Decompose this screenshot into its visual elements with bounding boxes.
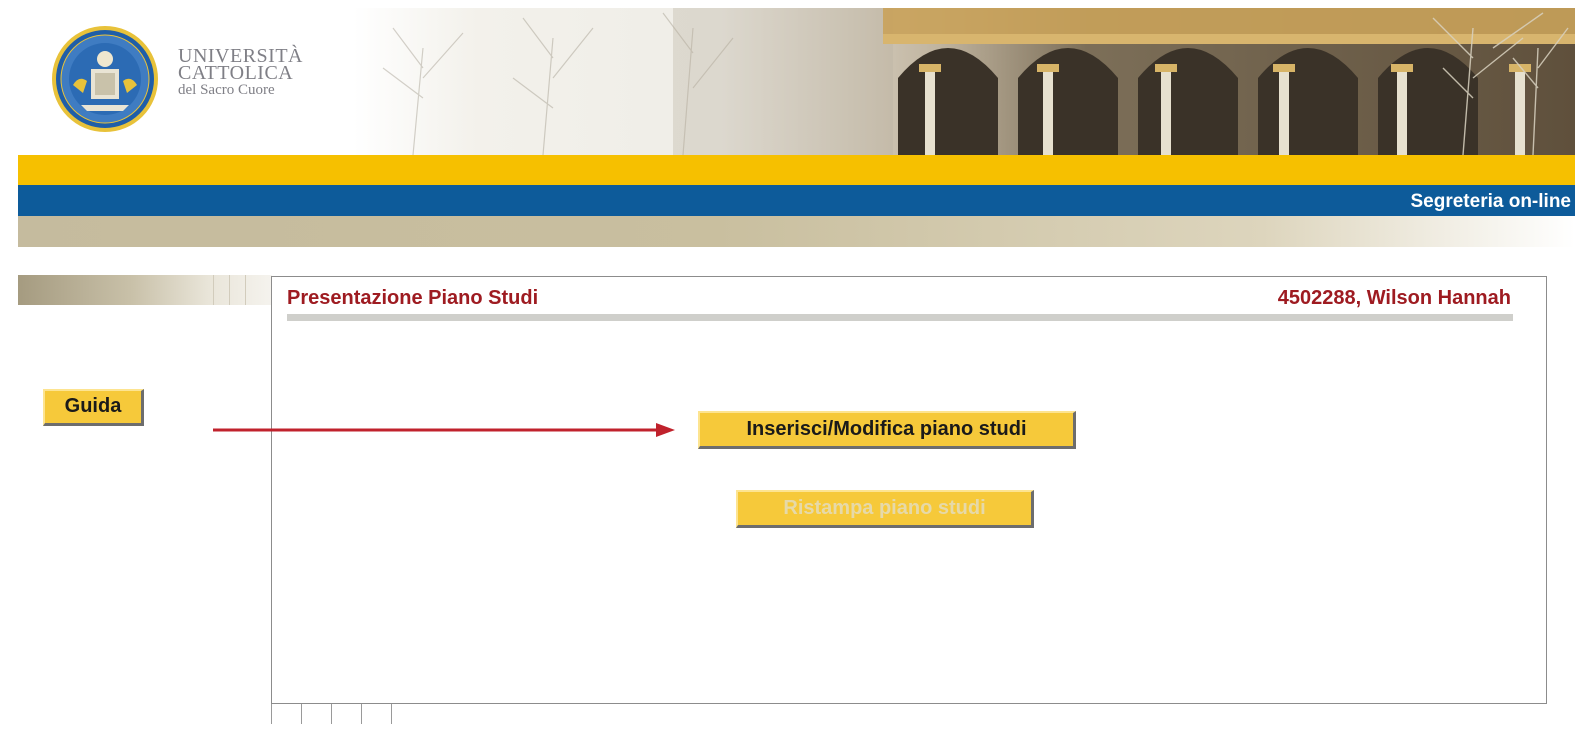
- cloister-banner-image: [353, 8, 1575, 155]
- site-header: UNIVERSITÀ CATTOLICA del Sacro Cuore: [18, 0, 1575, 155]
- university-wordmark: UNIVERSITÀ CATTOLICA del Sacro Cuore: [178, 46, 303, 99]
- student-id-name: 4502288, Wilson Hannah: [1277, 287, 1511, 309]
- logo-line-2: CATTOLICA: [178, 62, 294, 84]
- tick-mark: [301, 704, 302, 724]
- tick-mark: [391, 704, 392, 724]
- guida-button[interactable]: Guida: [43, 389, 144, 426]
- segreteria-title: Segreteria on-line: [1410, 191, 1572, 212]
- tick-mark: [361, 704, 362, 724]
- title-divider: [287, 314, 1513, 321]
- strip-divider: [245, 275, 246, 305]
- header-yellow-band: [18, 155, 1575, 185]
- page-title: Presentazione Piano Studi: [287, 287, 539, 309]
- strip-divider: [229, 275, 230, 305]
- tick-mark: [331, 704, 332, 724]
- strip-divider: [213, 275, 214, 305]
- logo-line-3: del Sacro Cuore: [178, 82, 275, 98]
- tick-mark: [271, 704, 272, 724]
- header-blue-band: Segreteria on-line: [18, 185, 1575, 216]
- ristampa-button: Ristampa piano studi: [736, 490, 1034, 528]
- header-tan-band: [18, 216, 1575, 247]
- university-seal-logo: [52, 26, 158, 132]
- left-tab-strip: [18, 275, 272, 305]
- panel-bottom-ticks: [271, 704, 411, 726]
- inserisci-modifica-button[interactable]: Inserisci/Modifica piano studi: [698, 411, 1076, 449]
- cloister-arches-illustration: [382, 8, 1575, 155]
- arrow-pointer-icon: [213, 423, 675, 437]
